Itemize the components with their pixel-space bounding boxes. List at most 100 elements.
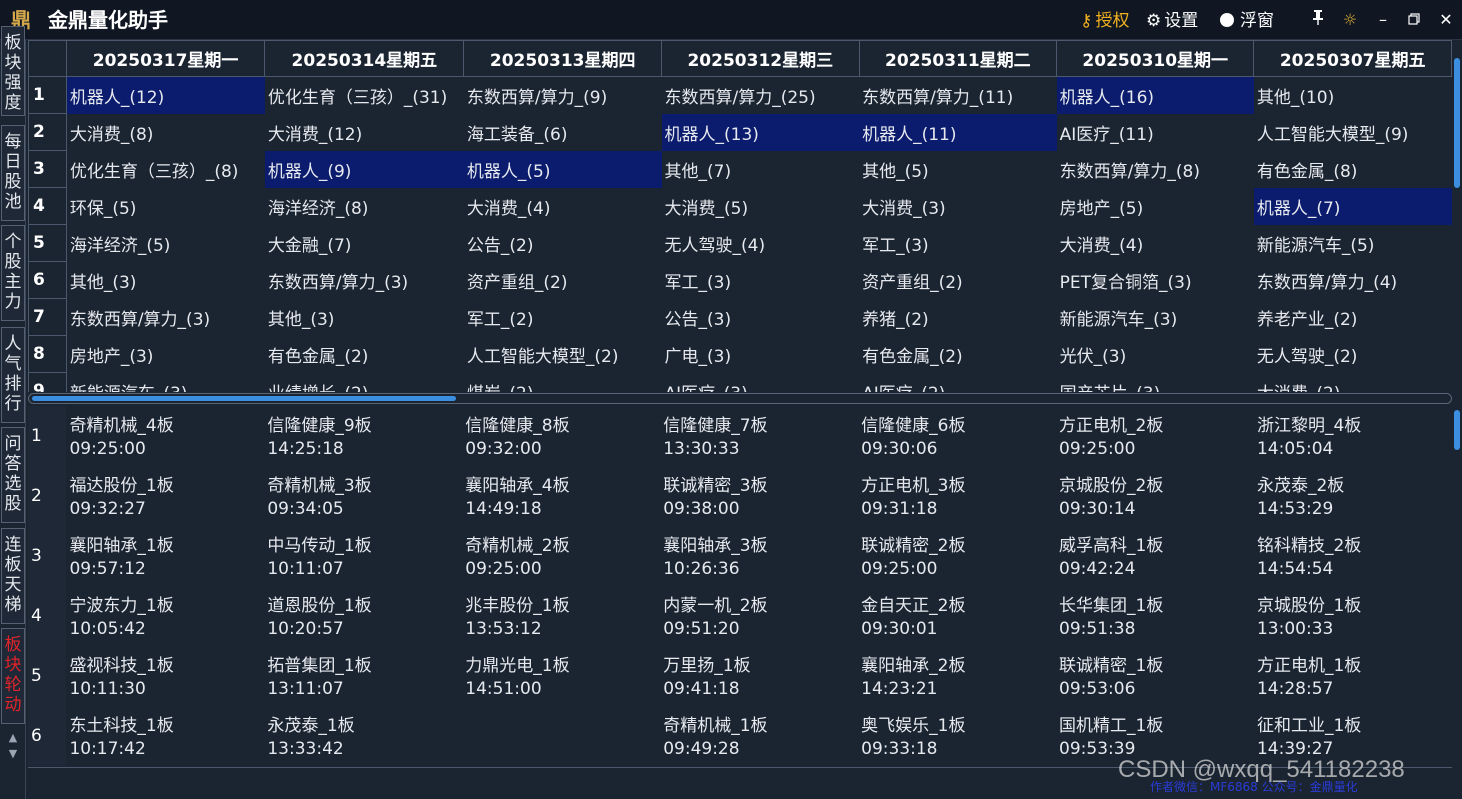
stock-cell[interactable]: 兆丰股份_1板 13:53:12	[462, 586, 660, 646]
date-column-header[interactable]: 20250312星期三	[661, 40, 860, 77]
sector-cell[interactable]: 养猪_(2)	[859, 299, 1057, 336]
stock-cell[interactable]: 金自天正_2板 09:30:01	[858, 586, 1056, 646]
stock-cell[interactable]: 福达股份_1板 09:32:27	[66, 466, 264, 526]
sector-cell[interactable]: 煤炭_(2)	[464, 373, 662, 393]
sector-cell[interactable]: 东数西算/算力_(25)	[662, 77, 860, 114]
stock-cell[interactable]: 联诚精密_3板 09:38:00	[660, 466, 858, 526]
stock-cell[interactable]: 东土科技_1板 10:17:42	[66, 706, 264, 766]
tab-sector-rotation[interactable]: 板 块 轮 动	[1, 628, 25, 724]
stock-cell[interactable]: 长华集团_1板 09:51:38	[1056, 586, 1254, 646]
minimize-icon[interactable]: –	[1370, 8, 1396, 32]
sector-cell[interactable]: 优化生育（三孩）_(8)	[66, 151, 265, 188]
sector-cell[interactable]: 新能源汽车_(5)	[1254, 225, 1452, 262]
scroll-thumb[interactable]	[1454, 410, 1460, 450]
stock-cell[interactable]: 中马传动_1板 10:11:07	[264, 526, 462, 586]
float-window-button[interactable]: 浮窗	[1220, 10, 1274, 32]
sector-cell[interactable]: 房地产_(5)	[1057, 188, 1254, 225]
sector-cell[interactable]: 新能源汽车_(3)	[1057, 299, 1254, 336]
sector-cell[interactable]: 业绩增长_(2)	[265, 373, 464, 393]
stock-cell[interactable]: 奇精机械_4板 09:25:00	[66, 406, 264, 466]
lower-vertical-scrollbar[interactable]	[1452, 406, 1462, 768]
arrow-down-icon[interactable]: ▼	[2, 746, 24, 762]
stock-cell[interactable]: 襄阳轴承_4板 14:49:18	[462, 466, 660, 526]
stock-cell[interactable]: 威孚高科_1板 09:42:24	[1056, 526, 1254, 586]
stock-cell[interactable]: 联诚精密_1板 09:53:06	[1056, 646, 1254, 706]
sector-cell[interactable]: 国产芯片_(3)	[1057, 373, 1254, 393]
sector-cell[interactable]: 有色金属_(2)	[859, 336, 1057, 373]
stock-cell[interactable]: 信隆健康_9板 14:25:18	[264, 406, 462, 466]
stock-cell[interactable]: 内蒙一机_2板 09:51:20	[660, 586, 858, 646]
tab-limit-up-ladder[interactable]: 连 板 天 梯	[1, 528, 25, 624]
sector-cell[interactable]: 机器人_(12)	[66, 76, 265, 114]
sector-cell[interactable]: 新能源汽车_(3)	[66, 373, 265, 393]
sector-cell[interactable]: 大消费_(12)	[265, 114, 464, 151]
sector-cell[interactable]: 东数西算/算力_(3)	[66, 299, 265, 336]
auth-button[interactable]: ⚷ 授权	[1080, 10, 1129, 32]
sector-cell[interactable]: 其他_(10)	[1254, 77, 1452, 114]
tab-qa-stock-pick[interactable]: 问 答 选 股	[1, 427, 25, 523]
arrow-up-icon[interactable]: ▲	[2, 730, 24, 746]
stock-cell[interactable]: 浙江黎明_4板 14:05:04	[1254, 406, 1452, 466]
sector-cell[interactable]: 大消费_(4)	[464, 188, 662, 225]
stock-cell[interactable]: 铭科精技_2板 14:54:54	[1254, 526, 1452, 586]
sector-cell[interactable]: 大消费_(5)	[662, 188, 860, 225]
stock-cell[interactable]: 永茂泰_1板 13:33:42	[264, 706, 462, 766]
settings-button[interactable]: ⚙ 设置	[1146, 10, 1198, 32]
sector-cell[interactable]: 大消费_(2)	[1254, 373, 1452, 393]
tab-stock-main-force[interactable]: 个 股 主 力	[1, 225, 25, 321]
scroll-thumb[interactable]	[1454, 58, 1460, 188]
stock-cell[interactable]: 奥飞娱乐_1板 09:33:18	[858, 706, 1056, 766]
close-icon[interactable]: ✕	[1433, 8, 1459, 32]
date-column-header[interactable]: 20250317星期一	[65, 40, 266, 77]
stock-cell[interactable]: 盛视科技_1板 10:11:30	[66, 646, 264, 706]
sector-cell[interactable]: 军工_(2)	[464, 299, 662, 336]
theme-sun-icon[interactable]: ☼	[1337, 8, 1363, 32]
sector-cell[interactable]: 东数西算/算力_(4)	[1254, 262, 1452, 299]
stock-cell[interactable]: 方正电机_1板 14:28:57	[1254, 646, 1452, 706]
sector-cell[interactable]: 无人驾驶_(4)	[662, 225, 860, 262]
sector-cell[interactable]: 大消费_(3)	[859, 188, 1057, 225]
date-column-header[interactable]: 20250314星期五	[264, 40, 465, 77]
sector-cell[interactable]: 机器人_(16)	[1056, 76, 1254, 114]
sector-cell[interactable]: 资产重组_(2)	[859, 262, 1057, 299]
sector-cell[interactable]: 海洋经济_(8)	[265, 188, 464, 225]
stock-cell[interactable]: 襄阳轴承_2板 14:23:21	[858, 646, 1056, 706]
stock-cell[interactable]: 道恩股份_1板 10:20:57	[264, 586, 462, 646]
sector-cell[interactable]: 其他_(5)	[859, 151, 1057, 188]
sector-cell[interactable]: 东数西算/算力_(8)	[1057, 151, 1254, 188]
sector-cell[interactable]: 机器人_(13)	[661, 113, 860, 151]
sector-cell[interactable]: 有色金属_(2)	[265, 336, 464, 373]
sector-cell[interactable]: 房地产_(3)	[66, 336, 265, 373]
stock-cell[interactable]: 信隆健康_8板 09:32:00	[462, 406, 660, 466]
sector-cell[interactable]: 其他_(3)	[265, 299, 464, 336]
stock-cell[interactable]	[462, 706, 660, 766]
stock-cell[interactable]: 方正电机_2板 09:25:00	[1056, 406, 1254, 466]
stock-cell[interactable]: 联诚精密_2板 09:25:00	[858, 526, 1056, 586]
stock-cell[interactable]: 奇精机械_1板 09:49:28	[660, 706, 858, 766]
date-column-header[interactable]: 20250313星期四	[463, 40, 662, 77]
stock-cell[interactable]: 京城股份_1板 13:00:33	[1254, 586, 1452, 646]
stock-cell[interactable]: 方正电机_3板 09:31:18	[858, 466, 1056, 526]
stock-cell[interactable]: 信隆健康_7板 13:30:33	[660, 406, 858, 466]
stock-cell[interactable]: 拓普集团_1板 13:11:07	[264, 646, 462, 706]
sector-cell[interactable]: 环保_(5)	[66, 188, 265, 225]
sector-cell[interactable]: 人工智能大模型_(9)	[1254, 114, 1452, 151]
sector-cell[interactable]: 资产重组_(2)	[464, 262, 662, 299]
date-column-header[interactable]: 20250310星期一	[1056, 40, 1255, 77]
sector-cell[interactable]: 大消费_(8)	[66, 114, 265, 151]
sector-cell[interactable]: 无人驾驶_(2)	[1254, 336, 1452, 373]
upper-vertical-scrollbar[interactable]	[1452, 40, 1462, 392]
stock-cell[interactable]: 奇精机械_3板 09:34:05	[264, 466, 462, 526]
sector-cell[interactable]: 机器人_(9)	[264, 150, 464, 188]
maximize-icon[interactable]	[1401, 8, 1427, 32]
sector-cell[interactable]: 东数西算/算力_(9)	[464, 77, 662, 114]
sector-cell[interactable]: 机器人_(5)	[463, 150, 662, 188]
stock-cell[interactable]: 奇精机械_2板 09:25:00	[462, 526, 660, 586]
sector-cell[interactable]: 其他_(7)	[662, 151, 860, 188]
sector-cell[interactable]: 海洋经济_(5)	[66, 225, 265, 262]
tab-popularity-rank[interactable]: 人 气 排 行	[1, 327, 25, 423]
tab-daily-pool[interactable]: 每 日 股 池	[1, 125, 25, 221]
sector-cell[interactable]: 公告_(2)	[464, 225, 662, 262]
tab-sector-strength[interactable]: 板 块 强 度	[1, 26, 25, 116]
scroll-thumb[interactable]	[32, 396, 456, 401]
